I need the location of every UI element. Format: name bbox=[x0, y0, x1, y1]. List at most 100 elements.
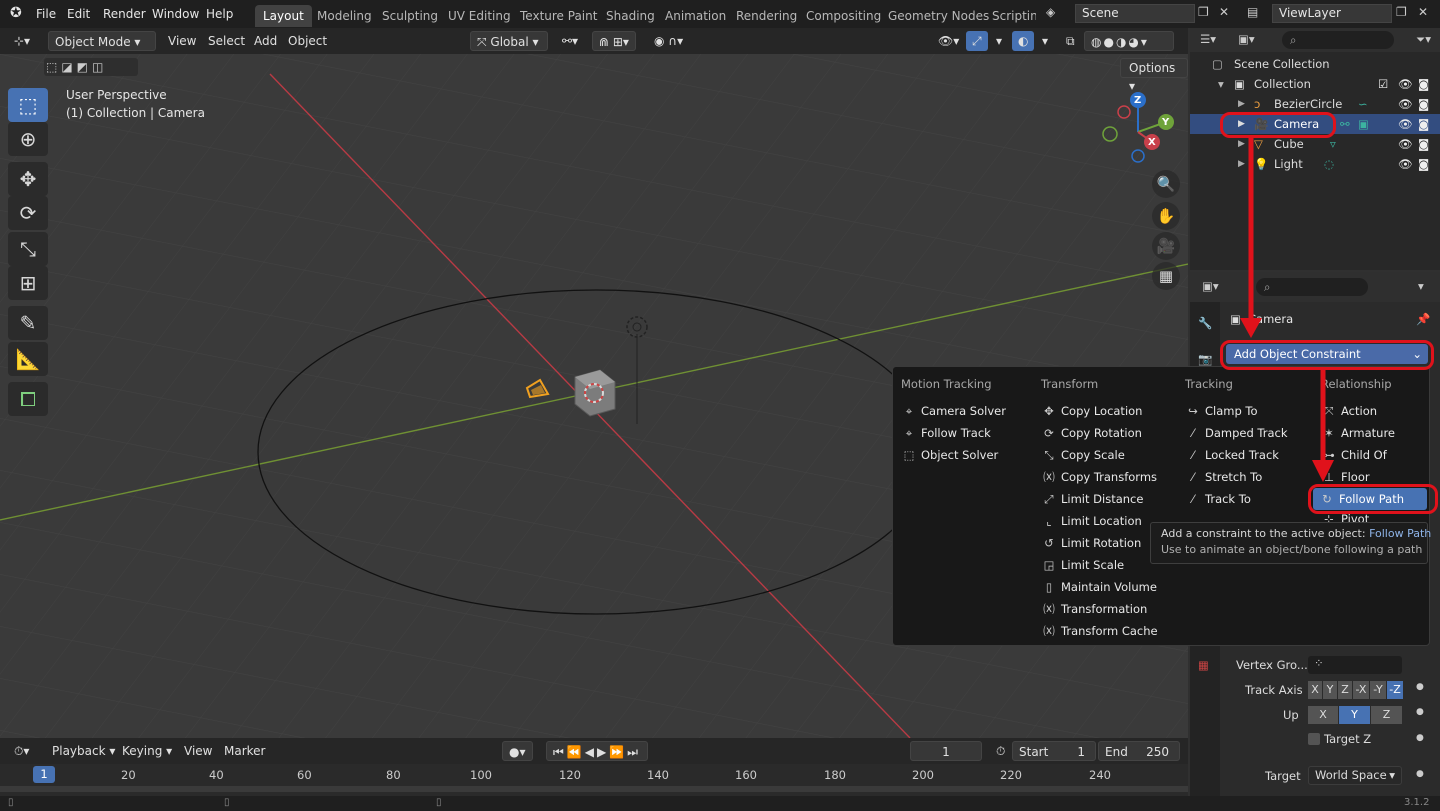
tool-tab-icon[interactable]: 🔧 bbox=[1198, 316, 1212, 330]
filter-icon[interactable]: ⏷▾ bbox=[1416, 32, 1431, 47]
target-z-checkbox[interactable] bbox=[1308, 733, 1320, 745]
outliner-item-light[interactable]: ▶ 💡 Light ◌ 👁 ◙ bbox=[1190, 154, 1440, 174]
menu-add[interactable]: Add bbox=[248, 31, 283, 51]
camera-render-icon[interactable]: ◙ bbox=[1418, 94, 1429, 114]
track-axis-y[interactable]: Y bbox=[1323, 681, 1337, 699]
pin-icon[interactable]: 📌 bbox=[1416, 312, 1430, 326]
menu-item-follow-track[interactable]: ⌖ Follow Track bbox=[901, 422, 991, 444]
visibility-icon[interactable]: 👁▾ bbox=[932, 31, 965, 51]
tab-shading[interactable]: Shading bbox=[598, 5, 663, 27]
menu-playback[interactable]: Playback ▾ bbox=[46, 741, 121, 761]
menu-render[interactable]: Render bbox=[103, 7, 146, 21]
eye-icon[interactable]: 👁 bbox=[1398, 74, 1413, 94]
checkbox-icon[interactable]: ☑ bbox=[1378, 74, 1388, 94]
keyframe-dot-icon[interactable]: ● bbox=[1416, 682, 1424, 692]
menu-keying[interactable]: Keying ▾ bbox=[116, 741, 178, 761]
menu-item-limit-distance[interactable]: ⤢ Limit Distance bbox=[1041, 488, 1143, 510]
tab-layout[interactable]: Layout bbox=[255, 5, 312, 27]
menu-item-copy-location[interactable]: ✥ Copy Location bbox=[1041, 400, 1142, 422]
tab-rendering[interactable]: Rendering bbox=[728, 5, 805, 27]
timeline-editor-icon[interactable]: ⏱▾ bbox=[8, 741, 35, 761]
properties-options-icon[interactable]: ▾ bbox=[1418, 279, 1424, 293]
options-button[interactable]: Options ▾ bbox=[1120, 58, 1188, 93]
transform-tool-icon[interactable]: ⊞ bbox=[8, 266, 48, 300]
menu-item-copy-transforms[interactable]: ⒳ Copy Transforms bbox=[1041, 466, 1157, 488]
menu-object[interactable]: Object bbox=[282, 31, 333, 51]
render-tab-icon[interactable]: 📷 bbox=[1198, 352, 1212, 366]
menu-help[interactable]: Help bbox=[206, 7, 233, 21]
expand-arrow-icon[interactable]: ▾ bbox=[1218, 74, 1224, 94]
camera-view-icon[interactable]: 🎥 bbox=[1152, 232, 1180, 260]
tab-geometry-nodes[interactable]: Geometry Nodes bbox=[880, 5, 997, 27]
rotate-tool-icon[interactable]: ⟳ bbox=[8, 196, 48, 230]
menu-view[interactable]: View bbox=[162, 31, 202, 51]
timeline-area[interactable]: 1 20 40 60 80 100 120 140 160 180 200 22… bbox=[0, 764, 1188, 800]
gizmo-dropdown-icon[interactable]: ▾ bbox=[990, 31, 1008, 51]
menu-item-camera-solver[interactable]: ⌖ Camera Solver bbox=[901, 400, 1006, 422]
keyframe-dot-icon[interactable]: ● bbox=[1416, 733, 1424, 743]
properties-search-input[interactable]: ⌕ bbox=[1256, 278, 1368, 296]
menu-item-damped-track[interactable]: ⁄ Damped Track bbox=[1185, 422, 1288, 444]
menu-item-locked-track[interactable]: ⁄ Locked Track bbox=[1185, 444, 1279, 466]
menu-item-armature[interactable]: ✶ Armature bbox=[1321, 422, 1395, 444]
select-box-icon[interactable]: ⬚ bbox=[8, 88, 48, 122]
menu-item-copy-rotation[interactable]: ⟳ Copy Rotation bbox=[1041, 422, 1142, 444]
menu-item-stretch-to[interactable]: ⁄ Stretch To bbox=[1185, 466, 1262, 488]
playhead[interactable]: 1 bbox=[33, 766, 55, 783]
expand-arrow-icon[interactable]: ▶ bbox=[1238, 94, 1245, 114]
menu-file[interactable]: File bbox=[36, 7, 56, 21]
mode-selector[interactable]: Object Mode ▾ bbox=[48, 31, 156, 51]
close-view-layer-icon[interactable]: ✕ bbox=[1418, 5, 1428, 19]
menu-item-transform-cache[interactable]: ⒳ Transform Cache bbox=[1041, 620, 1157, 642]
selection-mode-buttons[interactable]: ⬚◪◩◫ bbox=[44, 58, 138, 76]
eye-icon[interactable]: 👁 bbox=[1398, 94, 1413, 114]
menu-marker[interactable]: Marker bbox=[218, 741, 271, 761]
camera-render-icon[interactable]: ◙ bbox=[1418, 114, 1429, 134]
outliner-item-beziercircle[interactable]: ▶ ↄ BezierCircle ∽ 👁 ◙ bbox=[1190, 94, 1440, 114]
properties-editor-icon[interactable]: ▣▾ bbox=[1202, 279, 1219, 293]
tab-sculpting[interactable]: Sculpting bbox=[374, 5, 446, 27]
track-axis-neg-z[interactable]: -Z bbox=[1387, 681, 1403, 699]
menu-edit[interactable]: Edit bbox=[67, 7, 90, 21]
menu-item-limit-scale[interactable]: ◲ Limit Scale bbox=[1041, 554, 1125, 576]
editor-type-icon[interactable]: ⊹▾ bbox=[8, 31, 36, 51]
camera-render-icon[interactable]: ◙ bbox=[1418, 134, 1429, 154]
tab-modeling[interactable]: Modeling bbox=[309, 5, 380, 27]
menu-item-action[interactable]: ⤧ Action bbox=[1321, 400, 1377, 422]
menu-window[interactable]: Window bbox=[152, 7, 199, 21]
tab-texture-paint[interactable]: Texture Paint bbox=[512, 5, 605, 27]
current-frame-field[interactable]: 1 bbox=[910, 741, 982, 761]
menu-item-child-of[interactable]: ⊶ Child Of bbox=[1321, 444, 1387, 466]
collection-row[interactable]: ▾ ▣ Collection ☑ 👁 ◙ bbox=[1190, 74, 1440, 94]
annotate-tool-icon[interactable]: ✎ bbox=[8, 306, 48, 340]
outliner-editor-icon[interactable]: ☰▾ bbox=[1200, 32, 1216, 46]
zoom-icon[interactable]: 🔍 bbox=[1152, 170, 1180, 198]
scale-tool-icon[interactable]: ⤡ bbox=[8, 232, 48, 266]
measure-tool-icon[interactable]: 📐 bbox=[8, 342, 48, 376]
menu-item-clamp-to[interactable]: ↪ Clamp To bbox=[1185, 400, 1257, 422]
tab-animation[interactable]: Animation bbox=[657, 5, 734, 27]
xray-icon[interactable]: ⧉ bbox=[1060, 31, 1081, 51]
display-mode-icon[interactable]: ▣▾ bbox=[1238, 32, 1255, 46]
menu-item-copy-scale[interactable]: ⤡ Copy Scale bbox=[1041, 444, 1124, 466]
tab-uv-editing[interactable]: UV Editing bbox=[440, 5, 519, 27]
scene-collection-row[interactable]: ▢ Scene Collection bbox=[1190, 54, 1440, 74]
menu-timeline-view[interactable]: View bbox=[178, 741, 218, 761]
menu-item-object-solver[interactable]: ⬚ Object Solver bbox=[901, 444, 999, 466]
eye-icon[interactable]: 👁 bbox=[1398, 134, 1413, 154]
tab-scripting[interactable]: Scripting bbox=[984, 5, 1036, 27]
view-layer-selector[interactable]: ViewLayer bbox=[1272, 4, 1392, 23]
close-scene-icon[interactable]: ✕ bbox=[1219, 5, 1229, 19]
pan-hand-icon[interactable]: ✋ bbox=[1152, 202, 1180, 230]
up-axis-y[interactable]: Y bbox=[1339, 706, 1370, 724]
camera-render-icon[interactable]: ◙ bbox=[1418, 74, 1429, 94]
playback-controls[interactable]: ⏮⏪◀▶⏩⏭ bbox=[546, 741, 648, 761]
copy-scene-icon[interactable]: ❐ bbox=[1198, 5, 1209, 19]
end-frame-field[interactable]: End 250 bbox=[1098, 741, 1180, 761]
eye-icon[interactable]: 👁 bbox=[1398, 154, 1413, 174]
camera-render-icon[interactable]: ◙ bbox=[1418, 154, 1429, 174]
texture-tab-icon[interactable]: ▦ bbox=[1198, 658, 1209, 672]
add-cube-tool-icon[interactable]: ⧠ bbox=[8, 382, 48, 416]
record-icon[interactable]: ●▾ bbox=[502, 741, 533, 761]
track-axis-x[interactable]: X bbox=[1308, 681, 1322, 699]
